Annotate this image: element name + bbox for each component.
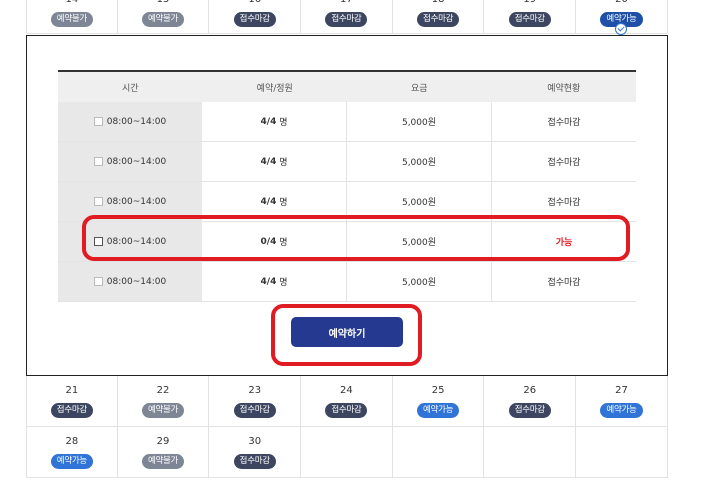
calendar-day-empty (484, 427, 577, 478)
calendar-day-empty (576, 427, 668, 478)
status-cell: 접수마감 (547, 278, 581, 288)
status-badge: 예약가능 (50, 454, 93, 469)
day-number: 24 (340, 385, 353, 396)
day-number: 17 (301, 0, 392, 6)
day-number: 25 (431, 385, 445, 396)
count-unit: 명 (279, 198, 288, 208)
slot-checkbox[interactable] (93, 197, 103, 206)
slot-checkbox[interactable] (93, 117, 103, 126)
time-slot-table: 시간 예약/정원 요금 예약현황 08:00~14:00 4/4 명 5,000원 접… (58, 70, 636, 302)
day-number: 23 (248, 385, 262, 396)
day-number: 21 (65, 385, 79, 396)
calendar-day-27[interactable]: 27 예약가능 (576, 376, 668, 427)
status-badge: 접수마감 (233, 454, 276, 469)
calendar-day-19[interactable]: 19 접수마감 (484, 0, 577, 34)
status-badge: 접수마감 (233, 12, 276, 27)
selected-check-icon (615, 23, 628, 35)
status-badge: 접수마감 (233, 403, 276, 418)
count-cell: 4/4 명 (202, 102, 347, 141)
status-badge: 예약가능 (600, 403, 643, 418)
day-number: 15 (118, 0, 209, 6)
status-badge: 예약불가 (141, 454, 185, 469)
calendar-day-18[interactable]: 18 접수마감 (392, 0, 485, 34)
time-label: 08:00~14:00 (106, 116, 167, 127)
status-badge: 접수마감 (50, 403, 93, 418)
header-fee: 요금 (410, 83, 428, 94)
calendar-day-empty (392, 427, 485, 478)
count-unit: 명 (279, 158, 288, 168)
header-time: 시간 (58, 72, 203, 102)
day-number: 16 (209, 0, 300, 6)
status-cell: 접수마감 (547, 158, 581, 168)
calendar-day-26[interactable]: 26 접수마감 (484, 376, 577, 427)
fee-cell: 5,000원 (347, 262, 492, 301)
day-number: 30 (248, 436, 262, 447)
count-value: 4/4 (260, 116, 277, 127)
calendar-day-15[interactable]: 15 예약불가 (117, 0, 210, 34)
day-number: 19 (484, 0, 575, 6)
status-badge: 접수마감 (417, 12, 460, 27)
calendar-day-empty (301, 427, 393, 478)
calendar-day-24[interactable]: 24 접수마감 (301, 376, 393, 427)
count-value: 4/4 (260, 196, 277, 207)
table-row: 08:00~14:00 4/4 명 5,000원 접수마감 (58, 142, 636, 182)
status-badge: 예약불가 (141, 403, 185, 418)
calendar-day-17[interactable]: 17 접수마감 (301, 0, 393, 34)
time-label: 08:00~14:00 (106, 276, 167, 287)
status-badge: 예약불가 (50, 12, 93, 27)
time-cell: 08:00~14:00 (58, 142, 202, 181)
status-badge: 접수마감 (508, 403, 551, 418)
fee-cell: 5,000원 (347, 142, 492, 181)
day-number: 27 (615, 385, 628, 396)
status-cell: 접수마감 (547, 118, 581, 128)
status-badge: 접수마감 (325, 12, 368, 27)
count-cell: 4/4 명 (202, 142, 347, 181)
day-number: 14 (27, 0, 117, 6)
status-badge: 접수마감 (508, 12, 551, 27)
calendar-day-29[interactable]: 29 예약불가 (117, 427, 210, 478)
calendar-week-5: 28 예약가능 29 예약불가 30 접수마감 (26, 427, 668, 478)
calendar-day-14[interactable]: 14 예약불가 (26, 0, 118, 34)
table-row: 08:00~14:00 4/4 명 5,000원 접수마감 (58, 102, 636, 142)
status-badge: 예약가능 (417, 403, 460, 418)
calendar-day-25[interactable]: 25 예약가능 (392, 376, 485, 427)
highlight-available-row (82, 215, 630, 261)
day-number: 29 (156, 436, 170, 447)
calendar-day-28[interactable]: 28 예약가능 (26, 427, 118, 478)
calendar-day-21[interactable]: 21 접수마감 (26, 376, 118, 427)
highlight-reserve-button (271, 304, 422, 366)
time-cell: 08:00~14:00 (58, 102, 202, 141)
count-value: 4/4 (260, 276, 277, 287)
slot-checkbox[interactable] (93, 157, 103, 166)
count-unit: 명 (279, 278, 288, 288)
day-number: 28 (65, 436, 79, 447)
time-label: 08:00~14:00 (106, 156, 167, 167)
count-cell: 4/4 명 (202, 262, 347, 301)
day-number: 18 (393, 0, 484, 6)
calendar-day-16[interactable]: 16 접수마감 (209, 0, 302, 34)
calendar-day-23[interactable]: 23 접수마감 (209, 376, 302, 427)
count-value: 4/4 (260, 156, 277, 167)
table-row: 08:00~14:00 4/4 명 5,000원 접수마감 (58, 262, 636, 302)
day-number: 26 (523, 385, 537, 396)
status-badge: 접수마감 (325, 403, 368, 418)
table-header-row: 시간 예약/정원 요금 예약현황 (58, 72, 636, 102)
header-count: 예약/정원 (256, 83, 293, 94)
fee-cell: 5,000원 (347, 102, 492, 141)
time-cell: 08:00~14:00 (58, 262, 202, 301)
day-number: 22 (156, 385, 170, 396)
status-badge: 예약불가 (141, 12, 185, 27)
calendar-week-4: 21 접수마감 22 예약불가 23 접수마감 24 접수마감 25 예약가능 26 접수마감 27 예약… (26, 376, 668, 427)
calendar-day-22[interactable]: 22 예약불가 (117, 376, 210, 427)
calendar-day-20[interactable]: 20예약가능 (576, 0, 668, 35)
time-label: 08:00~14:00 (106, 196, 167, 207)
slot-checkbox[interactable] (93, 277, 103, 286)
header-status: 예약현황 (547, 83, 581, 94)
day-number: 20 (576, 0, 667, 6)
count-unit: 명 (279, 118, 288, 128)
calendar-week-top: 14 예약불가 15 예약불가 16 접수마감 17 접수마감 18 접수마감 19 접수마감 20예약… (26, 0, 668, 35)
calendar-day-30[interactable]: 30 접수마감 (209, 427, 302, 478)
